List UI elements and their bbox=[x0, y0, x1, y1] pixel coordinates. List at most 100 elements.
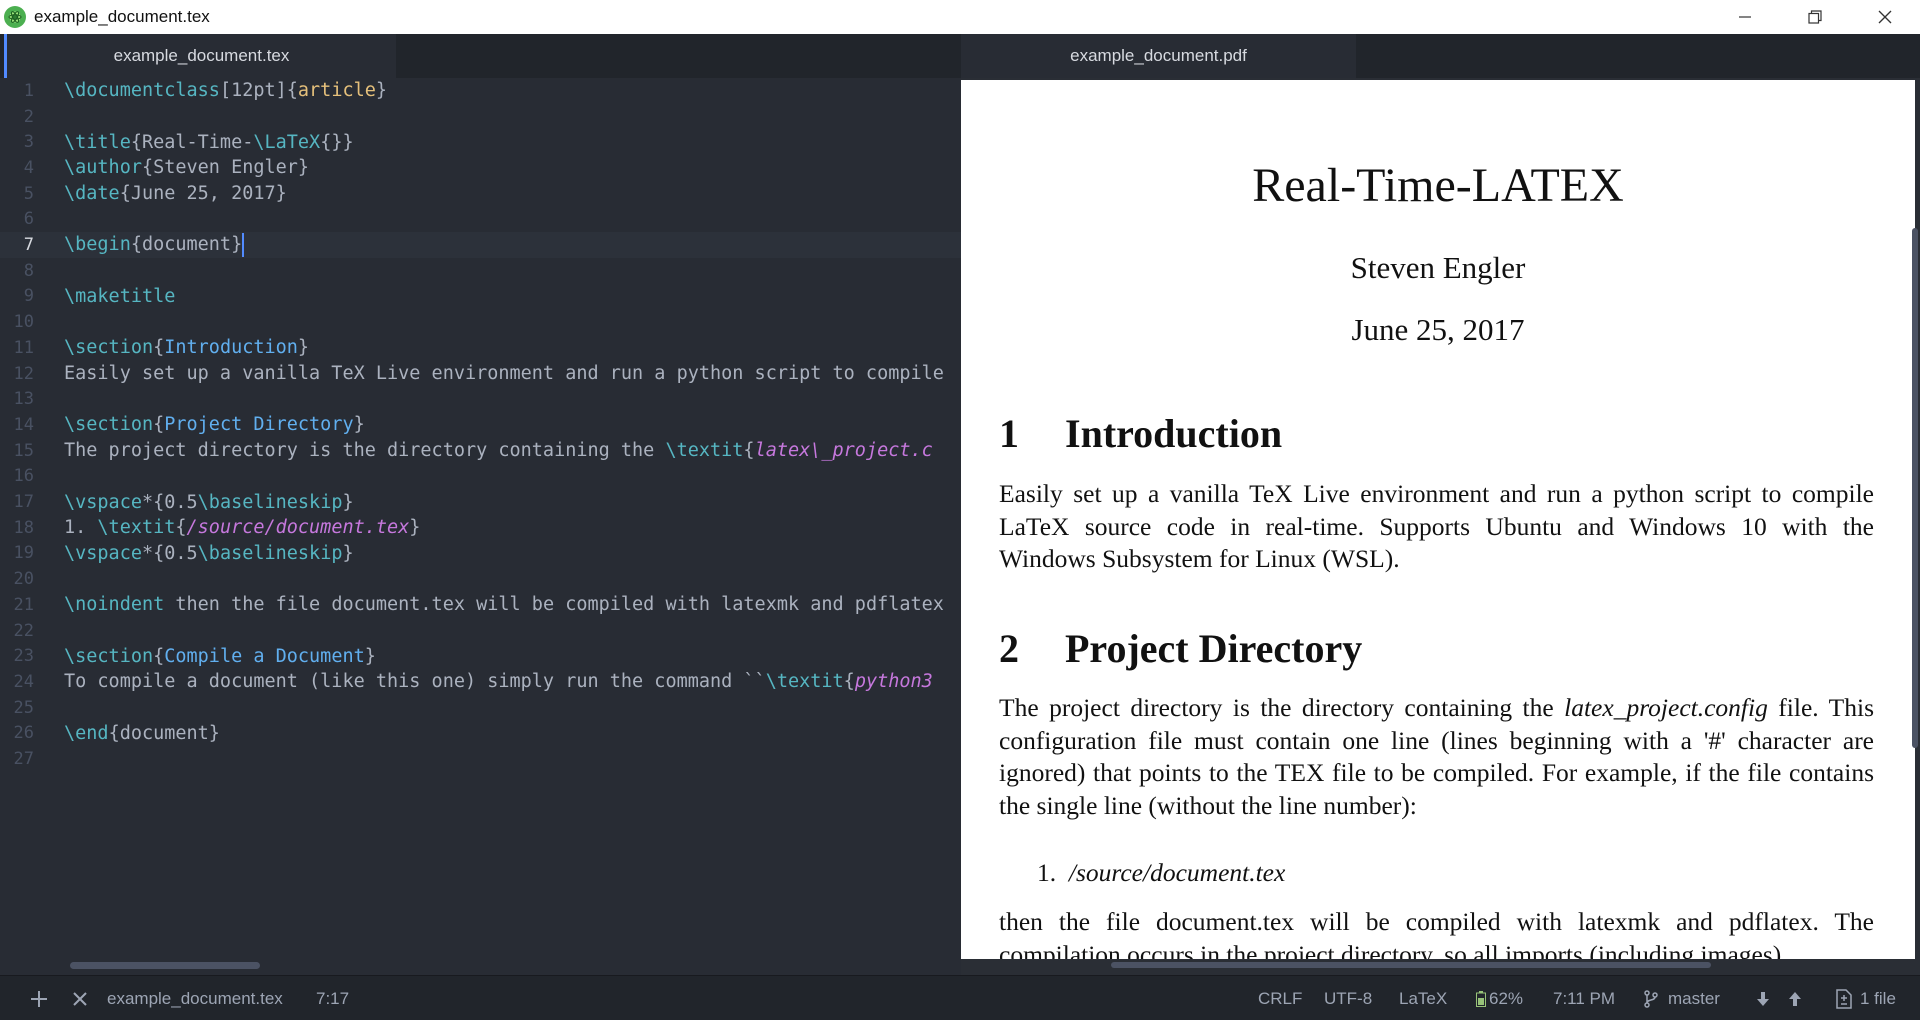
line-number: 8 bbox=[23, 260, 34, 281]
editor-line[interactable]: 23 \section{Compile a Document} bbox=[0, 643, 961, 669]
editor-line[interactable]: 19 \vspace*{0.5\baselineskip} bbox=[0, 541, 961, 567]
code-token: The project directory is the directory c… bbox=[64, 440, 666, 462]
tab-label: example_document.tex bbox=[113, 46, 290, 65]
add-button[interactable] bbox=[30, 976, 48, 1020]
code-token: {June 25, 2017} bbox=[119, 183, 287, 205]
editor-horizontal-scrollbar[interactable] bbox=[70, 962, 260, 969]
git-branch[interactable]: master bbox=[1644, 976, 1720, 1020]
git-file-status[interactable]: 1 file bbox=[1836, 976, 1896, 1020]
code-token: Project Directory bbox=[164, 414, 354, 436]
close-button[interactable] bbox=[1850, 0, 1920, 34]
clock: 7:11 PM bbox=[1553, 988, 1616, 1008]
editor-line[interactable]: 18 1. \textit{/source/document.tex} bbox=[0, 515, 961, 541]
code-token: python3 bbox=[854, 671, 933, 693]
line-code: \vspace*{0.5\baselineskip} bbox=[64, 492, 354, 513]
editor-line[interactable]: 16 bbox=[0, 464, 961, 490]
tab-label: example_document.pdf bbox=[1070, 46, 1247, 65]
code-token: {document} bbox=[108, 722, 220, 744]
paragraph-text: The project directory is the directory c… bbox=[999, 693, 1565, 722]
line-number: 17 bbox=[13, 492, 34, 513]
editor-line[interactable]: 27 bbox=[0, 746, 961, 772]
editor-line[interactable]: 7 \begin{document} bbox=[0, 232, 961, 258]
cursor-position[interactable]: 7:17 bbox=[316, 976, 349, 1020]
arrow-up-icon bbox=[1789, 991, 1801, 1006]
line-code: \vspace*{0.5\baselineskip} bbox=[64, 543, 354, 564]
line-number: 1 bbox=[23, 80, 34, 101]
line-number: 12 bbox=[13, 363, 34, 384]
code-token: 1. bbox=[64, 517, 98, 539]
line-number: 10 bbox=[13, 312, 34, 333]
close-panel-button[interactable] bbox=[72, 976, 88, 1020]
line-code: \begin{document} bbox=[64, 233, 245, 258]
editor-line[interactable]: 21 \noindent then the file document.tex w… bbox=[0, 592, 961, 618]
battery-level: 62% bbox=[1489, 988, 1524, 1008]
code-token: Compile a Document bbox=[164, 645, 365, 667]
grammar-selector[interactable]: LaTeX bbox=[1399, 976, 1447, 1020]
line-number: 25 bbox=[13, 697, 34, 718]
battery-icon bbox=[1476, 990, 1486, 1007]
editor-line[interactable]: 17 \vspace*{0.5\baselineskip} bbox=[0, 489, 961, 515]
code-token: \section bbox=[64, 337, 154, 359]
editor-line[interactable]: 3 \title{Real-Time-\LaTeX{}} bbox=[0, 129, 961, 155]
git-pull-button[interactable] bbox=[1756, 976, 1770, 1020]
preview-horizontal-scrollbar[interactable] bbox=[1111, 962, 1711, 968]
editor-line[interactable]: 9 \maketitle bbox=[0, 284, 961, 310]
pdf-paragraph: Easily set up a vanilla TeX Live environ… bbox=[999, 479, 1874, 573]
code-token: To compile a document (like this one) si… bbox=[64, 671, 766, 693]
editor-line[interactable]: 14 \section{Project Directory} bbox=[0, 412, 961, 438]
preview-tab-bar: example_document.pdf bbox=[961, 34, 1920, 78]
tab-example-document-tex[interactable]: example_document.tex bbox=[4, 34, 396, 78]
pdf-section-heading: 2 Project Directory bbox=[999, 625, 1362, 672]
editor-line[interactable]: 24 To compile a document (like this one) … bbox=[0, 669, 961, 695]
title-bar: example_document.tex bbox=[0, 0, 1920, 34]
editor-line[interactable]: 6 bbox=[0, 207, 961, 233]
battery-status: 62% bbox=[1476, 976, 1523, 1020]
minimize-button[interactable] bbox=[1710, 0, 1780, 34]
status-filename[interactable]: example_document.tex bbox=[107, 976, 283, 1020]
line-number: 22 bbox=[13, 620, 34, 641]
editor-line[interactable]: 25 bbox=[0, 695, 961, 721]
editor-line[interactable]: 11 \section{Introduction} bbox=[0, 335, 961, 361]
editor-line[interactable]: 26 \end{document} bbox=[0, 721, 961, 747]
editor-line[interactable]: 2 bbox=[0, 104, 961, 130]
code-token: { bbox=[843, 671, 855, 693]
git-push-button[interactable] bbox=[1788, 976, 1802, 1020]
editor-line[interactable]: 12 Easily set up a vanilla TeX Live envir… bbox=[0, 361, 961, 387]
editor-line[interactable]: 22 bbox=[0, 618, 961, 644]
pdf-paragraph: then the file document.tex will be compi… bbox=[999, 907, 1874, 959]
pdf-preview-pane[interactable]: Real-Time-LATEX Steven Engler June 25, 2… bbox=[961, 78, 1920, 975]
editor-line[interactable]: 8 bbox=[0, 258, 961, 284]
code-token: { bbox=[153, 337, 165, 359]
code-token: {document} bbox=[130, 234, 243, 256]
code-token: } bbox=[409, 517, 421, 539]
text-cursor bbox=[242, 233, 245, 258]
editor-line[interactable]: 4 \author{Steven Engler} bbox=[0, 155, 961, 181]
encoding-selector[interactable]: UTF-8 bbox=[1324, 976, 1372, 1020]
minimize-icon bbox=[1739, 16, 1751, 18]
code-editor[interactable]: 27 26 \end{document} 25 24 To compile a docum… bbox=[0, 78, 961, 975]
config-filename: latex_project.config bbox=[1564, 693, 1768, 722]
editor-line[interactable]: 5 \date{June 25, 2017} bbox=[0, 181, 961, 207]
code-token: then the file document.tex will be compi… bbox=[164, 594, 944, 616]
line-number: 14 bbox=[13, 414, 34, 435]
preview-vertical-scrollbar[interactable] bbox=[1912, 228, 1918, 748]
tab-example-document-pdf[interactable]: example_document.pdf bbox=[961, 34, 1356, 78]
editor-line[interactable]: 1 \documentclass[12pt]{article} bbox=[0, 78, 961, 104]
code-token: *{0.5 bbox=[141, 491, 198, 513]
line-number: 20 bbox=[13, 569, 34, 590]
editor-line[interactable]: 20 bbox=[0, 566, 961, 592]
editor-line[interactable]: 13 bbox=[0, 386, 961, 412]
section-title: Project Directory bbox=[1065, 626, 1363, 671]
code-token: \textit bbox=[665, 440, 744, 462]
pdf-section-heading: 1 Introduction bbox=[999, 410, 1282, 457]
restore-button[interactable] bbox=[1780, 0, 1850, 34]
code-token: } bbox=[364, 645, 376, 667]
section-number: 2 bbox=[999, 626, 1019, 671]
line-ending-selector[interactable]: CRLF bbox=[1258, 976, 1302, 1020]
code-token: { bbox=[743, 440, 755, 462]
x-icon bbox=[73, 991, 87, 1006]
line-code: 1. \textit{/source/document.tex} bbox=[64, 517, 420, 538]
window-title: example_document.tex bbox=[34, 7, 210, 26]
editor-line[interactable]: 15 The project directory is the directory… bbox=[0, 438, 961, 464]
editor-line[interactable]: 10 bbox=[0, 309, 961, 335]
